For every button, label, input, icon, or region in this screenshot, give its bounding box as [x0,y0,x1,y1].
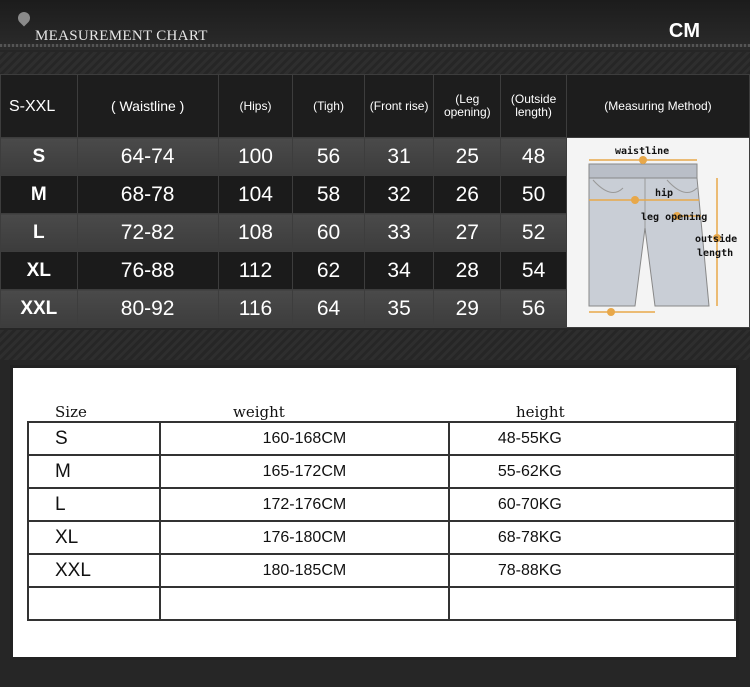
table-row: S 160-168CM 48-55KG [27,421,737,456]
size-row: S 64-74 100 56 31 25 48 waistline hip le… [0,137,750,328]
size-cell: L [27,487,161,522]
rise-value: 35 [363,289,435,328]
hip-label: hip [655,187,673,199]
length-value: 50 [500,175,567,214]
header-hips: (Hips) [217,74,294,138]
pin-icon [15,9,33,27]
weight-cell: 180-185CM [158,553,450,588]
size-cell: S [27,421,161,456]
header-divider [0,44,750,47]
header-thigh: (Tigh) [292,74,365,138]
length-value: 48 [500,137,567,176]
waist-value: 64-74 [76,137,219,176]
rise-value: 31 [363,137,435,176]
hips-value: 108 [217,213,294,252]
weight-cell: 160-168CM [158,421,450,456]
length-label: length [697,248,733,259]
leg-value: 25 [433,137,502,176]
size-cell: M [27,454,161,489]
marker-dot [606,308,615,316]
waist-value: 76-88 [76,251,219,290]
size-column-header: Size [55,403,87,421]
rise-value: 33 [363,213,435,252]
weight-cell [158,586,450,621]
height-cell [447,586,737,621]
hips-value: 116 [217,289,294,328]
leg-value: 27 [433,213,502,252]
header-leg-opening: (Leg opening) [433,74,502,138]
thigh-value: 60 [292,213,365,252]
waistband-shape [588,163,698,179]
length-value: 54 [500,251,567,290]
waistline-label: waistline [615,145,669,157]
waist-value: 80-92 [76,289,219,328]
waist-value: 68-78 [76,175,219,214]
hips-value: 112 [217,251,294,290]
decorative-stripes [0,52,750,74]
length-value: 56 [500,289,567,328]
leg-value: 29 [433,289,502,328]
header-front-rise: (Front rise) [363,74,435,138]
unit-label: CM [668,20,700,42]
size-label: S [0,137,78,176]
table-row: XL 176-180CM 68-78KG [27,520,737,555]
weight-cell: 176-180CM [158,520,450,555]
header-outside-length: (Outside length) [500,74,567,138]
marker-dot [630,196,639,204]
height-cell: 60-70KG [447,487,737,522]
marker-dot [638,156,647,164]
shorts-body-shape [588,177,710,307]
size-label: XXL [0,289,78,328]
weight-cell: 172-176CM [158,487,450,522]
size-cell: XL [27,520,161,555]
table-row [27,586,737,621]
size-label: M [0,175,78,214]
footer-band [0,662,750,687]
size-label: L [0,213,78,252]
height-cell: 55-62KG [447,454,737,489]
table-row: M 165-172CM 55-62KG [27,454,737,489]
header-bar: MEASUREMENT CHART CM [0,0,750,50]
height-column-header: height [516,403,565,421]
decorative-stripes [0,330,750,360]
leg-value: 26 [433,175,502,214]
height-cell: 68-78KG [447,520,737,555]
height-cell: 78-88KG [447,553,737,588]
size-label: XL [0,251,78,290]
shorts-diagram: waistline hip leg opening outside length [588,145,737,316]
size-cell [27,586,161,621]
height-cell: 48-55KG [447,421,737,456]
outside-label: outside [695,233,737,245]
page-title: MEASUREMENT CHART [35,28,208,44]
size-recommendation-panel: Size weight height S 160-168CM 48-55KG M… [10,365,739,660]
hips-value: 104 [217,175,294,214]
length-value: 52 [500,213,567,252]
header-waistline: ( Waistline ) [76,74,219,138]
table-row: L 172-176CM 60-70KG [27,487,737,522]
thigh-value: 64 [292,289,365,328]
rise-value: 34 [363,251,435,290]
header-measuring-method: (Measuring Method) [565,74,750,138]
thigh-value: 56 [292,137,365,176]
thigh-value: 58 [292,175,365,214]
table-row: XXL 180-185CM 78-88KG [27,553,737,588]
size-measurement-table: S-XXL ( Waistline ) (Hips) (Tigh) (Front… [0,74,750,328]
leg-opening-label: leg opening [641,211,707,223]
weight-height-table: S 160-168CM 48-55KG M 165-172CM 55-62KG … [27,421,737,621]
thigh-value: 62 [292,251,365,290]
leg-value: 28 [433,251,502,290]
size-cell: XXL [27,553,161,588]
rise-value: 32 [363,175,435,214]
waist-value: 72-82 [76,213,219,252]
header-size-range: S-XXL [0,74,78,138]
weight-cell: 165-172CM [158,454,450,489]
hips-value: 100 [217,137,294,176]
weight-column-header: weight [233,403,285,421]
size-table-header-row: S-XXL ( Waistline ) (Hips) (Tigh) (Front… [0,74,750,138]
measuring-method-diagram: waistline hip leg opening outside length [565,137,750,328]
